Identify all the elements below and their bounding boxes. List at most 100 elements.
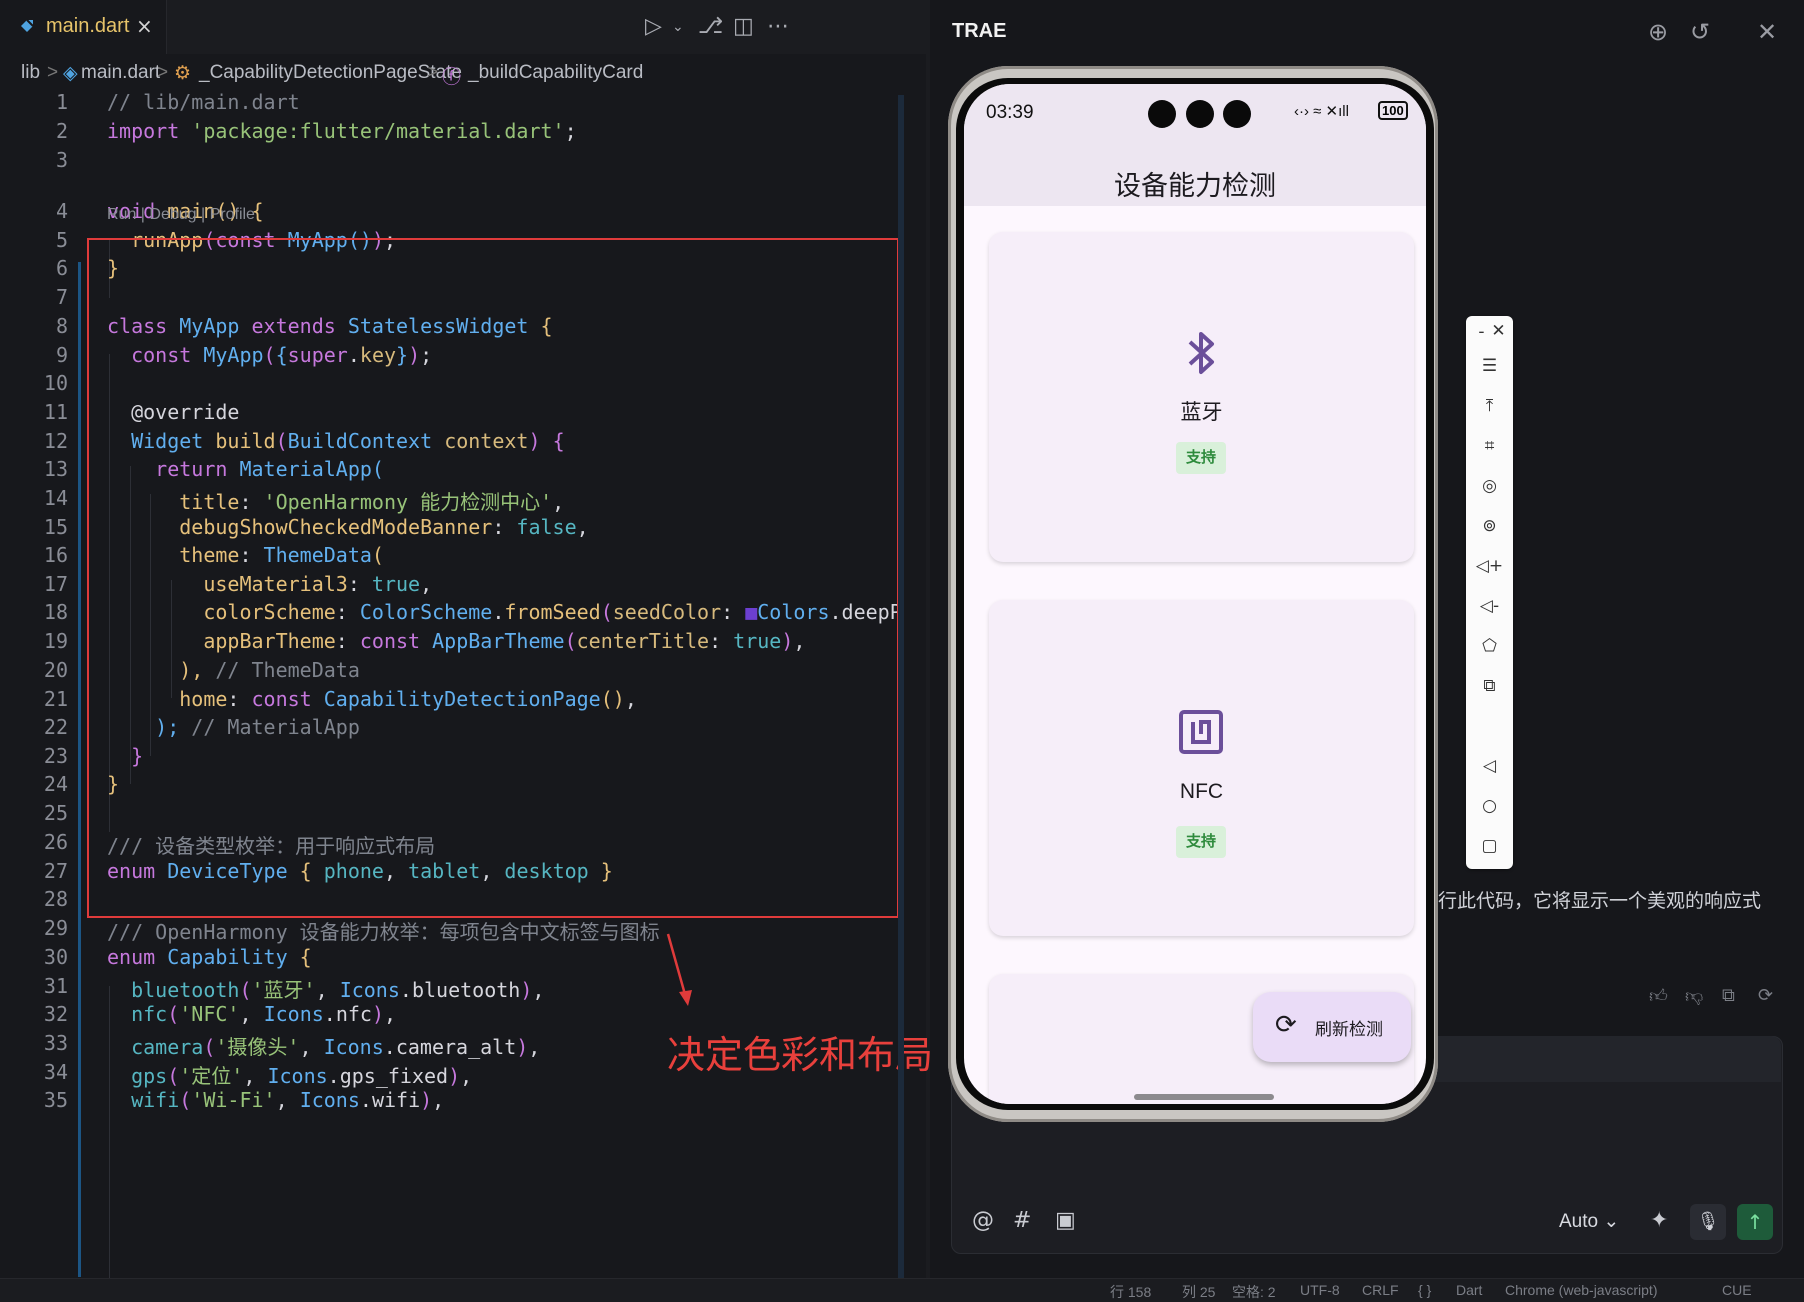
chat-message-text: 行此代码，它将显示一个美观的响应式 <box>1438 891 1762 912</box>
card-label: NFC <box>1179 780 1224 803</box>
back-icon[interactable]: ◁ <box>1466 756 1513 776</box>
status-badge: 支持 <box>1176 442 1226 474</box>
location-icon[interactable]: ⊚ <box>1466 516 1513 536</box>
copy-icon[interactable]: ⧉ <box>1722 985 1735 1006</box>
code-token: 'Wi-Fi' <box>191 1088 276 1112</box>
crop-icon[interactable]: ⌗ <box>1466 436 1513 456</box>
code-line[interactable]: nfc('NFC', Icons.nfc), <box>107 1002 396 1026</box>
tab-close-icon[interactable]: × <box>136 14 153 38</box>
breadcrumb-method[interactable]: _buildCapabilityCard <box>468 62 643 84</box>
mention-button[interactable]: @ <box>972 1208 994 1233</box>
image-icon[interactable]: ▣ <box>1055 1208 1076 1233</box>
line-number: 29 <box>43 916 68 940</box>
code-line[interactable]: enum Capability { <box>107 945 312 969</box>
language-mode[interactable]: Dart <box>1456 1282 1482 1298</box>
code-token: ) <box>448 1064 461 1088</box>
cursor-col[interactable]: 列 25 <box>1182 1282 1215 1302</box>
volume-down-icon[interactable]: ◁- <box>1466 596 1513 616</box>
code-line[interactable]: wifi('Wi-Fi', Icons.wifi), <box>107 1088 444 1112</box>
tab-main-dart[interactable]: main.dart × <box>0 0 167 54</box>
capability-card-bluetooth[interactable]: 蓝牙 支持 <box>989 232 1414 562</box>
target-device[interactable]: Chrome (web-javascript) <box>1505 1282 1657 1298</box>
code-line[interactable]: gps('定位', Icons.gps_fixed), <box>107 1060 472 1089</box>
phone-status-bar: 03:39 ‹·› ≈ ✕ıll 100 <box>964 84 1426 144</box>
code-token: , <box>243 1064 268 1088</box>
code-token: ) <box>520 978 533 1002</box>
code-line[interactable]: /// OpenHarmony 设备能力枚举：每项包含中文标签与图标 <box>107 916 660 945</box>
send-button[interactable]: ↑ <box>1737 1204 1773 1240</box>
code-token: .camera_alt <box>383 1035 517 1059</box>
camera-dot <box>1223 100 1251 128</box>
more-icon[interactable]: ⋯ <box>767 14 789 39</box>
indent-size[interactable]: 空格: 2 <box>1232 1282 1276 1302</box>
code-token: .nfc <box>323 1002 372 1026</box>
code-editor[interactable]: main.dart × ▷ ⌄ ⎇ ◫ ⋯ lib > ◈ main.dart … <box>0 0 933 1278</box>
hashtag-button[interactable]: # <box>1013 1208 1031 1233</box>
camera-dot <box>1186 100 1214 128</box>
refresh-button[interactable]: ⟳ 刷新检测 <box>1253 992 1411 1062</box>
breadcrumb-file[interactable]: main.dart <box>81 62 160 84</box>
volume-up-icon[interactable]: ◁+ <box>1466 556 1513 576</box>
thumbs-down-icon[interactable]: 👎︎ <box>1685 985 1703 1007</box>
code-line[interactable]: import 'package:flutter/material.dart'; <box>107 119 577 143</box>
chevron-down-icon[interactable]: ⌄ <box>672 19 684 35</box>
code-line[interactable]: // lib/main.dart <box>107 90 300 114</box>
mode-select[interactable]: Auto ⌄ <box>1559 1210 1619 1233</box>
new-chat-icon[interactable]: ⊕ <box>1648 18 1668 46</box>
line-number: 12 <box>43 429 68 453</box>
close-icon[interactable]: ✕ <box>1475 321 1522 341</box>
editor-scrollbar[interactable] <box>898 95 904 1278</box>
fold-icon[interactable]: ⬠ <box>1466 636 1513 656</box>
refresh-icon: ⟳ <box>1275 1010 1297 1040</box>
status-extra[interactable]: CUE <box>1722 1282 1752 1298</box>
code-line[interactable]: bluetooth('蓝牙', Icons.bluetooth), <box>107 974 544 1003</box>
line-number: 20 <box>43 658 68 682</box>
code-token: .gps_fixed <box>327 1064 449 1088</box>
cursor-line[interactable]: 行 158 <box>1110 1282 1151 1302</box>
history-icon[interactable]: ↺ <box>1690 18 1710 46</box>
menu-icon[interactable]: ☰ <box>1466 356 1513 376</box>
tab-label: main.dart <box>46 15 130 37</box>
line-number: 25 <box>43 801 68 825</box>
line-ending[interactable]: CRLF <box>1362 1282 1399 1298</box>
line-number: 8 <box>55 314 68 338</box>
pin-top-icon[interactable]: ⤒ <box>1466 396 1513 416</box>
app-display[interactable]: 03:39 ‹·› ≈ ✕ıll 100 设备能力检测 蓝牙 支持 NFC 支持 <box>964 84 1426 1104</box>
code-token: , <box>532 978 545 1002</box>
line-number: 23 <box>43 744 68 768</box>
code-token: 'NFC' <box>179 1002 240 1026</box>
thumbs-up-icon[interactable]: 👍︎ <box>1649 985 1668 1007</box>
home-indicator[interactable] <box>1134 1094 1274 1100</box>
encoding[interactable]: UTF-8 <box>1300 1282 1340 1298</box>
code-token: '定位' <box>179 1064 244 1088</box>
mic-button[interactable]: 🎙︎ <box>1690 1204 1726 1240</box>
breadcrumb-class[interactable]: _CapabilityDetectionPageState <box>199 62 462 84</box>
breadcrumb-lib[interactable]: lib <box>21 62 40 84</box>
code-line[interactable]: camera('摄像头', Icons.camera_alt), <box>107 1031 540 1060</box>
code-lens[interactable]: Run | Debug | Profile <box>107 206 255 224</box>
code-token: Icons <box>299 1088 360 1112</box>
source-control-icon[interactable]: ⎇ <box>698 14 723 39</box>
recents-icon[interactable]: ▢ <box>1466 836 1513 856</box>
sparkle-icon[interactable]: ✦ <box>1650 1208 1668 1233</box>
card-label: 蓝牙 <box>1180 401 1223 424</box>
close-icon[interactable]: ✕ <box>1757 18 1777 46</box>
camera-dot <box>1148 100 1176 128</box>
code-token: .bluetooth <box>399 978 521 1002</box>
split-editor-icon[interactable]: ◫ <box>733 14 754 39</box>
breadcrumb-sep: > <box>47 62 59 83</box>
code-token: , <box>239 1002 264 1026</box>
code-token: , <box>528 1035 541 1059</box>
run-debug-icon[interactable]: ▷ <box>645 14 662 39</box>
line-number: 9 <box>55 343 68 367</box>
braces-status[interactable]: { } <box>1418 1282 1431 1298</box>
capability-card-nfc[interactable]: NFC 支持 <box>989 600 1414 936</box>
home-icon[interactable]: ○ <box>1466 796 1513 816</box>
regenerate-icon[interactable]: ⟳ <box>1758 985 1773 1006</box>
multi-device-icon[interactable]: ⧉ <box>1466 676 1513 696</box>
annotation-text: 决定色彩和布局 <box>667 1035 934 1077</box>
clock: 03:39 <box>986 102 1034 123</box>
rotate-icon[interactable]: ◎ <box>1466 476 1513 496</box>
refresh-label: 刷新检测 <box>1315 1020 1383 1039</box>
emulator-toolbar: - ✕ ☰ ⤒ ⌗ ◎ ⊚ ◁+ ◁- ⬠ ⧉ ◁ ○ ▢ <box>1466 316 1513 869</box>
